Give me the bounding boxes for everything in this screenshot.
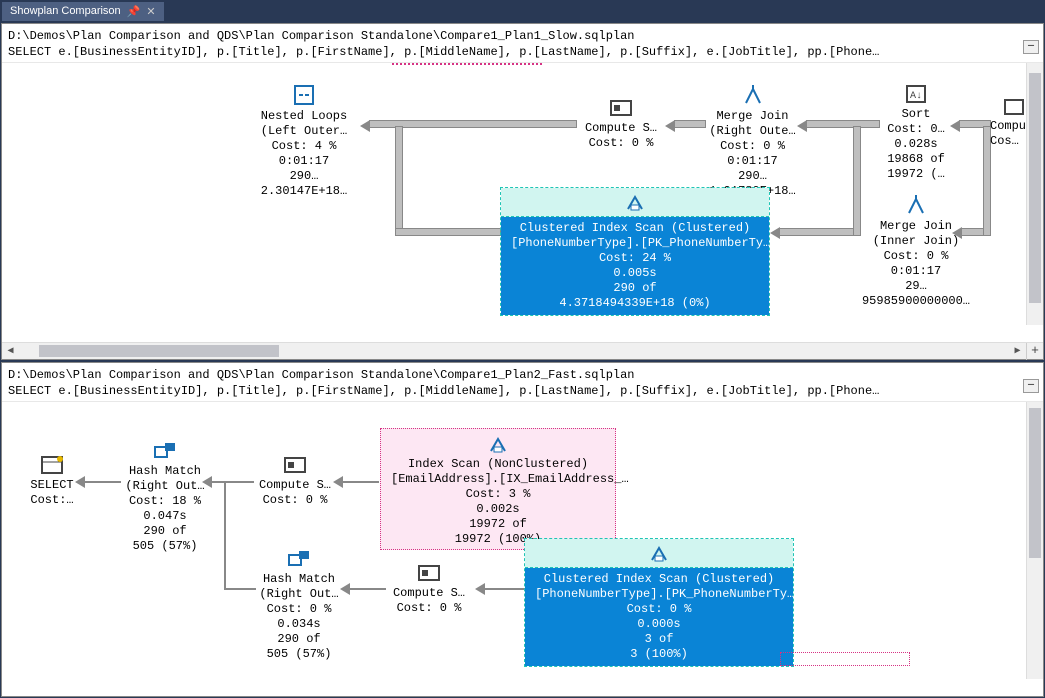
node-compute-scalar-b[interactable]: Compute S… Cost: 0 % — [388, 562, 470, 616]
plan-path: D:\Demos\Plan Comparison and QDS\Plan Co… — [8, 367, 1037, 383]
arrow — [770, 227, 780, 239]
node-sort[interactable]: A↓ Sort Cost: 0… 0.028s 19868 of 19972 (… — [880, 83, 952, 182]
connector — [675, 121, 705, 127]
node-clustered-index-scan-selected-2[interactable]: Clustered Index Scan (Clustered) [PhoneN… — [524, 538, 794, 667]
connector — [485, 588, 525, 590]
connector — [224, 482, 226, 590]
plan-sql[interactable]: SELECT e.[BusinessEntityID], p.[Title], … — [8, 44, 1037, 60]
node-hash-match-1[interactable]: Hash Match (Right Out… Cost: 18 % 0.047s… — [122, 440, 208, 554]
clustered-index-scan-icon — [525, 542, 793, 564]
scroll-thumb[interactable] — [39, 345, 279, 357]
scroll-thumb[interactable] — [1029, 408, 1041, 558]
connector — [350, 588, 386, 590]
hash-match-icon — [122, 440, 208, 462]
node-merge-join-inner[interactable]: Merge Join (Inner Join) Cost: 0 % 0:01:1… — [860, 193, 972, 309]
plan-sql[interactable]: SELECT e.[BusinessEntityID], p.[Title], … — [8, 383, 1037, 399]
connector — [396, 229, 500, 235]
horizontal-scrollbar[interactable]: ◀ ▶ + — [2, 342, 1043, 359]
connector — [780, 229, 860, 235]
tab-title: Showplan Comparison — [10, 5, 121, 17]
arrow — [475, 583, 485, 595]
vertical-scrollbar[interactable] — [1026, 63, 1043, 325]
main-content: D:\Demos\Plan Comparison and QDS\Plan Co… — [0, 22, 1045, 698]
arrow — [665, 120, 675, 132]
highlight-fragment — [780, 652, 910, 666]
plan-pane-slow: D:\Demos\Plan Comparison and QDS\Plan Co… — [1, 23, 1044, 360]
scroll-track[interactable] — [19, 343, 1009, 359]
node-hash-match-2[interactable]: Hash Match (Right Out… Cost: 0 % 0.034s … — [256, 548, 342, 662]
node-index-scan-nonclustered[interactable]: Index Scan (NonClustered) [EmailAddress]… — [380, 428, 616, 550]
merge-join-icon — [705, 83, 800, 107]
scroll-thumb[interactable] — [1029, 73, 1041, 303]
plan-header-slow: D:\Demos\Plan Comparison and QDS\Plan Co… — [2, 24, 1043, 62]
plan-pane-fast: D:\Demos\Plan Comparison and QDS\Plan Co… — [1, 362, 1044, 697]
scroll-right-arrow[interactable]: ▶ — [1009, 343, 1026, 359]
connector — [212, 481, 254, 483]
node-clustered-index-scan-selected[interactable]: Clustered Index Scan (Clustered) [PhoneN… — [500, 187, 770, 316]
clustered-index-scan-icon — [501, 191, 769, 213]
connector — [396, 127, 402, 235]
hash-match-icon — [256, 548, 342, 570]
collapse-button[interactable]: — — [1023, 379, 1039, 393]
plan-canvas-fast[interactable]: SELECT Cost:… Hash Match (Right Out… Cos… — [2, 401, 1043, 696]
node-compute-scalar-a[interactable]: Compute S… Cost: 0 % — [254, 454, 336, 508]
scroll-left-arrow[interactable]: ◀ — [2, 343, 19, 359]
pin-icon[interactable]: 📌 — [127, 5, 141, 18]
close-icon[interactable]: ✕ — [146, 5, 155, 18]
zoom-plus-button[interactable]: + — [1026, 343, 1043, 360]
connector — [224, 588, 256, 590]
node-compute-scalar-1[interactable]: Compute S… Cost: 0 % — [578, 97, 664, 151]
compute-scalar-icon — [578, 97, 664, 119]
nested-loops-icon — [244, 83, 364, 107]
highlight-fragment — [392, 63, 542, 65]
tab-bar: Showplan Comparison 📌 ✕ — [0, 0, 1045, 22]
node-select[interactable]: SELECT Cost:… — [24, 454, 80, 508]
connector — [343, 481, 379, 483]
plan-header-fast: D:\Demos\Plan Comparison and QDS\Plan Co… — [2, 363, 1043, 401]
plan-path: D:\Demos\Plan Comparison and QDS\Plan Co… — [8, 28, 1037, 44]
compute-scalar-icon — [254, 454, 336, 476]
compute-scalar-icon — [388, 562, 470, 584]
sort-icon: A↓ — [880, 83, 952, 105]
svg-text:A↓: A↓ — [910, 91, 922, 102]
collapse-button[interactable]: — — [1023, 40, 1039, 54]
vertical-scrollbar[interactable] — [1026, 402, 1043, 679]
connector — [85, 481, 121, 483]
node-nested-loops[interactable]: Nested Loops (Left Outer… Cost: 4 % 0:01… — [244, 83, 364, 199]
tab-showplan-comparison[interactable]: Showplan Comparison 📌 ✕ — [2, 2, 164, 21]
select-icon — [24, 454, 80, 476]
merge-join-icon — [860, 193, 972, 217]
index-scan-icon — [391, 433, 605, 455]
plan-canvas-slow[interactable]: Nested Loops (Left Outer… Cost: 4 % 0:01… — [2, 62, 1043, 342]
node-merge-join-right[interactable]: Merge Join (Right Oute… Cost: 0 % 0:01:1… — [705, 83, 800, 199]
connector — [807, 121, 879, 127]
